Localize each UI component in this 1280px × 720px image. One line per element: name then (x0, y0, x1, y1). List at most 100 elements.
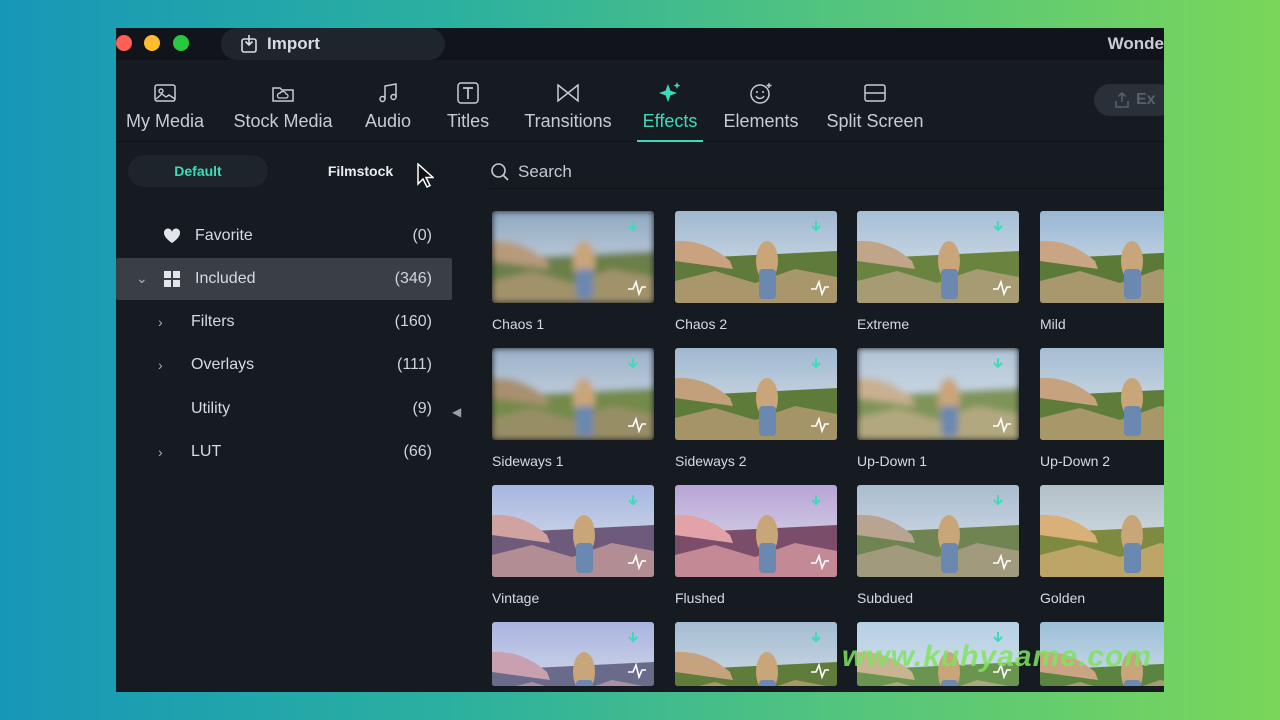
effect-type-icon (993, 553, 1011, 571)
tab-stock-media[interactable]: Stock Media (228, 68, 338, 142)
tab-split-screen[interactable]: Split Screen (820, 68, 930, 142)
smiley-icon (750, 83, 772, 104)
effect-thumbnail[interactable] (492, 485, 654, 577)
category-label: Utility (191, 400, 231, 417)
watermark-text: www.kuhyaame.com (842, 640, 1152, 673)
category-lut[interactable]: › LUT (66) (116, 431, 452, 473)
effect-thumbnail[interactable] (857, 348, 1019, 440)
effect-card[interactable]: Up-Down 2 (1040, 348, 1164, 469)
category-count: (9) (412, 400, 432, 417)
effect-thumbnail[interactable] (675, 485, 837, 577)
category-count: (160) (394, 313, 432, 330)
effect-name: Sideways 2 (675, 453, 747, 469)
category-sidebar: Default Filmstock Favorite (0) ⌄ Include… (116, 143, 464, 692)
effect-card[interactable]: Flushed (675, 485, 837, 606)
effect-thumbnail[interactable] (675, 348, 837, 440)
tab-label: Audio (364, 111, 412, 131)
effect-type-icon (628, 553, 646, 571)
zoom-window-button[interactable] (173, 35, 189, 51)
download-icon[interactable] (993, 358, 1003, 372)
category-filters[interactable]: › Filters (160) (116, 301, 452, 343)
effect-thumbnail[interactable] (857, 485, 1019, 577)
tab-label: Split Screen (826, 111, 924, 131)
category-included[interactable]: ⌄ Included (346) (116, 258, 452, 300)
effect-thumbnail[interactable] (857, 211, 1019, 303)
effect-type-icon (993, 416, 1011, 434)
effect-card[interactable]: Chaos 1 (492, 211, 654, 332)
effect-name: Up-Down 1 (857, 453, 928, 469)
effect-card[interactable]: Golden (1040, 485, 1164, 606)
heart-icon (163, 228, 181, 243)
effect-thumbnail[interactable] (492, 211, 654, 303)
search-input[interactable]: Search (518, 162, 572, 182)
category-utility[interactable]: Utility (9) (116, 388, 452, 430)
tab-transitions[interactable]: Transitions (518, 68, 618, 142)
effect-card[interactable]: Subdued (857, 485, 1019, 606)
category-label: Filters (191, 313, 235, 330)
tab-my-media[interactable]: My Media (123, 68, 207, 142)
effect-card[interactable]: Sideways 1 (492, 348, 654, 469)
effect-thumbnail[interactable] (1040, 211, 1164, 303)
effect-thumbnail[interactable] (492, 348, 654, 440)
download-icon[interactable] (811, 495, 821, 509)
search-bar[interactable]: Search (490, 155, 1164, 189)
close-window-button[interactable] (116, 35, 132, 51)
effect-card[interactable] (675, 622, 837, 692)
effect-name: Extreme (857, 316, 910, 332)
app-window: Import Wonde My Media Stock Media Audio … (116, 28, 1164, 692)
download-icon[interactable] (628, 632, 638, 646)
effect-name: Subdued (857, 590, 914, 606)
tab-titles[interactable]: Titles (442, 68, 494, 142)
sparkle-icon (659, 82, 681, 102)
text-t-icon (457, 82, 479, 104)
effect-thumbnail[interactable] (1040, 485, 1164, 577)
effect-type-icon (811, 279, 829, 297)
download-icon[interactable] (993, 221, 1003, 235)
category-favorite[interactable]: Favorite (0) (116, 215, 452, 257)
download-icon[interactable] (628, 495, 638, 509)
import-button[interactable]: Import (221, 28, 445, 60)
download-icon[interactable] (628, 221, 638, 235)
effect-name: Sideways 1 (492, 453, 564, 469)
effect-name: Golden (1040, 590, 1086, 606)
download-icon[interactable] (811, 632, 821, 646)
segment-default[interactable]: Default (128, 155, 268, 187)
download-icon[interactable] (993, 495, 1003, 509)
tab-effects[interactable]: Effects (637, 68, 703, 142)
export-button[interactable]: Ex (1094, 84, 1164, 116)
download-icon[interactable] (811, 358, 821, 372)
collapse-sidebar-icon[interactable]: ◀ (452, 405, 461, 419)
category-overlays[interactable]: › Overlays (111) (116, 344, 452, 386)
tab-label: Elements (723, 111, 799, 131)
effect-type-icon (628, 662, 646, 680)
effect-type-icon (811, 662, 829, 680)
effect-card[interactable]: Extreme (857, 211, 1019, 332)
chevron-right-icon[interactable]: › (158, 444, 163, 460)
chevron-down-icon[interactable]: ⌄ (136, 270, 148, 287)
minimize-window-button[interactable] (144, 35, 160, 51)
effect-thumbnail[interactable] (675, 622, 837, 686)
tab-label: My Media (125, 111, 205, 131)
import-label: Import (267, 34, 320, 53)
chevron-right-icon[interactable]: › (158, 314, 163, 330)
tab-audio[interactable]: Audio (362, 68, 414, 142)
cloud-folder-icon (272, 87, 294, 102)
effect-card[interactable] (492, 622, 654, 692)
effect-thumbnail[interactable] (675, 211, 837, 303)
effect-name: Vintage (492, 590, 540, 606)
effect-thumbnail[interactable] (492, 622, 654, 686)
effect-card[interactable]: Vintage (492, 485, 654, 606)
effect-card[interactable]: Mild (1040, 211, 1164, 332)
export-icon (1115, 92, 1129, 108)
download-icon[interactable] (811, 221, 821, 235)
download-icon[interactable] (628, 358, 638, 372)
effect-card[interactable]: Sideways 2 (675, 348, 837, 469)
effect-thumbnail[interactable] (1040, 348, 1164, 440)
category-label: LUT (191, 443, 222, 460)
effect-card[interactable]: Chaos 2 (675, 211, 837, 332)
bowtie-icon (557, 83, 579, 103)
chevron-right-icon[interactable]: › (158, 357, 163, 373)
effect-card[interactable]: Up-Down 1 (857, 348, 1019, 469)
image-icon (154, 84, 176, 102)
tab-elements[interactable]: Elements (720, 68, 802, 142)
